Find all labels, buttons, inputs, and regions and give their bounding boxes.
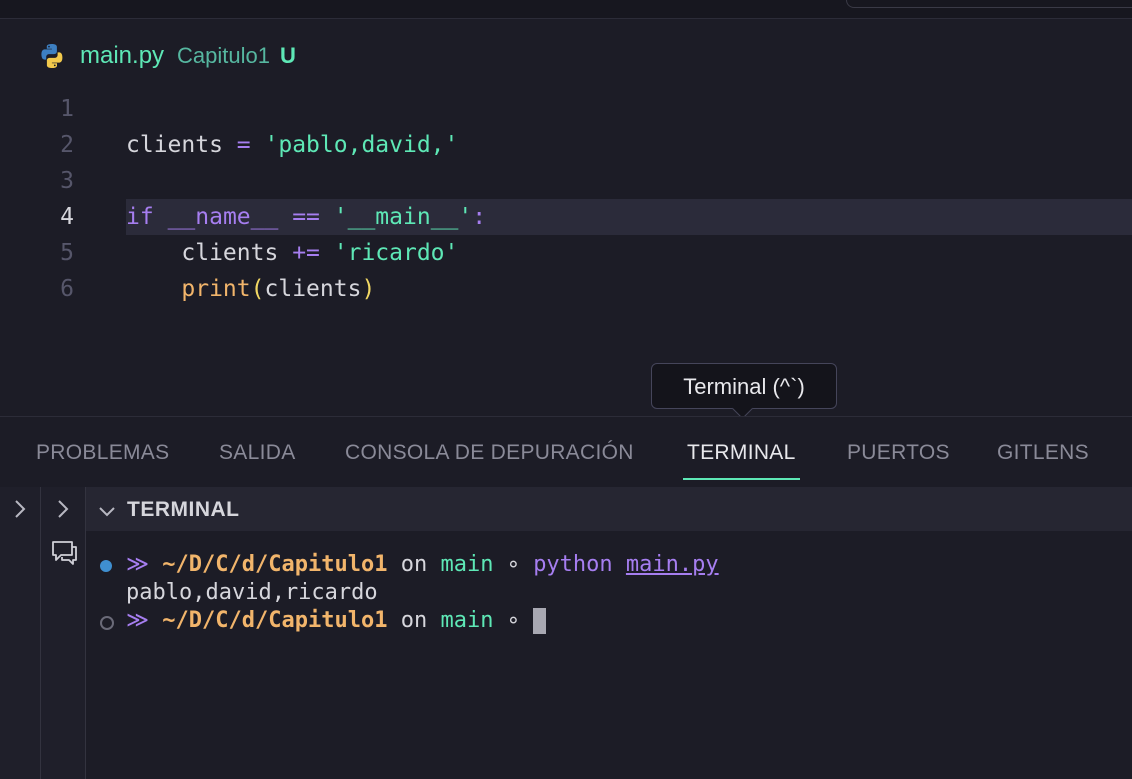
tab-puertos[interactable]: PUERTOS (847, 441, 950, 465)
bottom-panel: PROBLEMAS SALIDA CONSOLA DE DEPURACIÓN T… (0, 416, 1132, 779)
code-line-active[interactable]: 4 if __name__ == '__main__': (0, 199, 1132, 235)
chevron-right-icon[interactable] (49, 495, 77, 523)
file-breadcrumb[interactable]: main.py Capitulo1 U (38, 41, 296, 71)
terminal-command-line: ≫ ~/D/C/d/Capitulo1 on main ∘ python mai… (126, 552, 719, 577)
code-line[interactable]: 5 clients += 'ricardo' (0, 235, 1132, 271)
left-activity-strip (0, 487, 41, 779)
active-tab-indicator (683, 478, 800, 480)
chevron-right-icon[interactable] (6, 495, 34, 523)
terminal-prompt-line: ≫ ~/D/C/d/Capitulo1 on main ∘ (126, 607, 547, 635)
editor-area[interactable]: main.py Capitulo1 U 1 2 clients = 'pablo… (0, 19, 1132, 415)
tab-terminal[interactable]: TERMINAL (683, 441, 800, 480)
terminal-output-line: pablo,david,ricardo (126, 580, 378, 605)
git-status-badge: U (280, 43, 296, 68)
line-number: 2 (60, 132, 74, 158)
tab-gitlens[interactable]: GITLENS (997, 441, 1089, 465)
terminal-output[interactable]: ≫ ~/D/C/d/Capitulo1 on main ∘ python mai… (86, 531, 1132, 779)
code-line[interactable]: 1 (0, 91, 1132, 127)
command-idle-indicator (100, 616, 114, 630)
tooltip-text: Terminal (^`) (683, 374, 805, 399)
tab-salida[interactable]: SALIDA (219, 441, 296, 465)
code-text: if __name__ == '__main__': (126, 204, 487, 230)
terminal-tooltip: Terminal (^`) (651, 363, 837, 420)
folder-name: Capitulo1 (177, 43, 270, 68)
code-editor[interactable]: 1 2 clients = 'pablo,david,' 3 4 if __na… (0, 91, 1132, 307)
tab-consola-depuracion[interactable]: CONSOLA DE DEPURACIÓN (345, 441, 634, 465)
terminal-cursor[interactable] (533, 608, 547, 634)
python-file-icon (41, 44, 63, 68)
tab-problemas[interactable]: PROBLEMAS (36, 441, 169, 465)
title-bar (0, 0, 1132, 19)
line-number: 3 (60, 168, 74, 194)
file-name[interactable]: main.py (80, 42, 164, 70)
code-text: clients = 'pablo,david,' (126, 132, 459, 158)
code-line[interactable]: 6 print(clients) (0, 271, 1132, 307)
code-line[interactable]: 3 (0, 163, 1132, 199)
command-center-box[interactable] (846, 0, 1132, 8)
file-link: main.py (625, 552, 719, 577)
line-number: 1 (60, 96, 74, 122)
line-number: 6 (60, 276, 74, 302)
code-line[interactable]: 2 clients = 'pablo,david,' (0, 127, 1132, 163)
terminal-section-header[interactable]: TERMINAL (86, 487, 1132, 531)
line-number: 5 (60, 240, 74, 266)
chevron-down-icon[interactable] (96, 501, 118, 523)
command-success-indicator[interactable] (100, 560, 112, 572)
chat-bubble-icon[interactable] (48, 537, 80, 569)
terminal-section-title: TERMINAL (127, 498, 240, 521)
code-text: print(clients) (181, 276, 376, 302)
terminal-side-strip (41, 487, 86, 779)
line-number: 4 (60, 204, 74, 230)
panel-tabs: PROBLEMAS SALIDA CONSOLA DE DEPURACIÓN T… (0, 417, 1132, 486)
code-text: clients += 'ricardo' (181, 240, 459, 266)
